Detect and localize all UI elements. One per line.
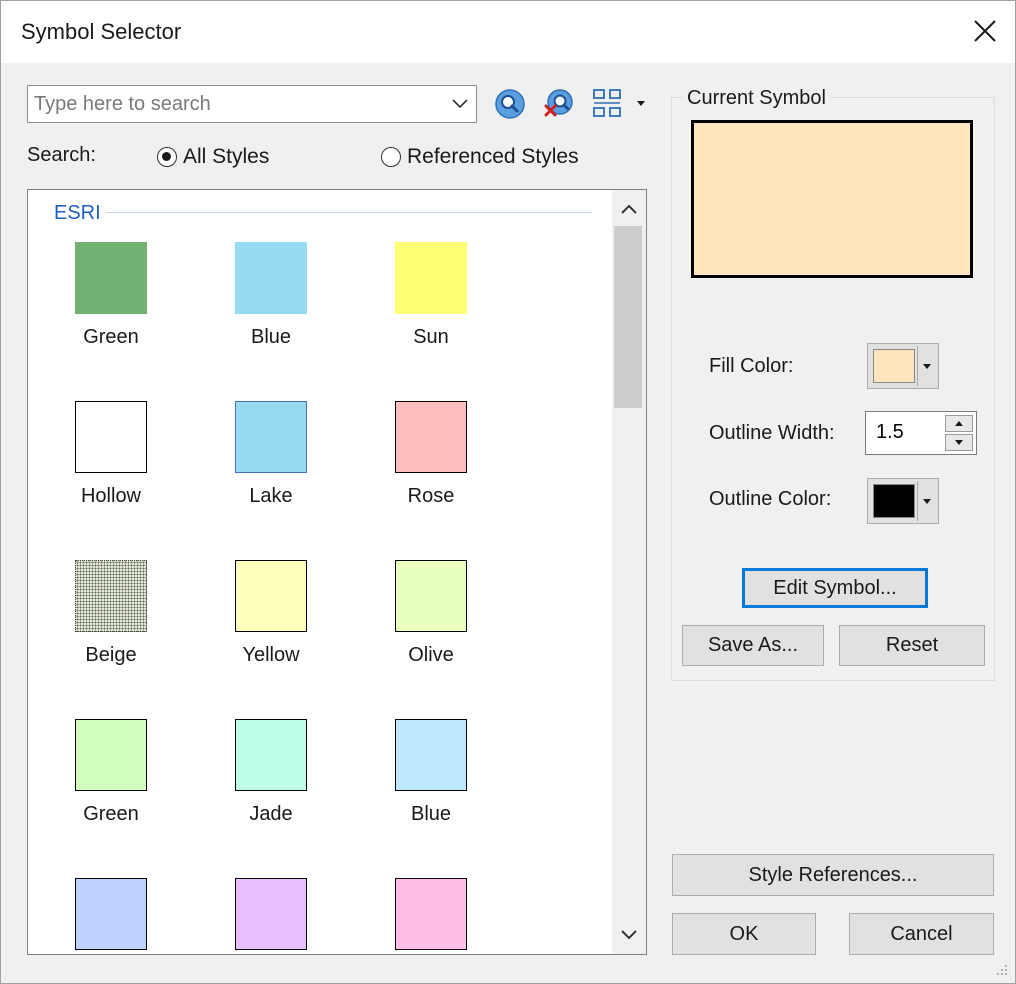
fill-color-swatch bbox=[873, 349, 915, 383]
gallery-scrollbar[interactable] bbox=[612, 190, 646, 954]
symbol-tile[interactable]: Green bbox=[41, 719, 181, 869]
symbol-tile[interactable]: Lake bbox=[201, 401, 341, 551]
symbol-label: Blue bbox=[410, 803, 452, 825]
symbol-tile[interactable] bbox=[201, 878, 341, 954]
symbol-swatch bbox=[75, 560, 147, 632]
symbol-tile[interactable]: Beige bbox=[41, 560, 181, 710]
radio-selected-indicator bbox=[157, 147, 177, 167]
symbol-swatch bbox=[75, 878, 147, 950]
scroll-thumb[interactable] bbox=[614, 226, 642, 408]
view-options-button[interactable] bbox=[589, 87, 653, 121]
symbol-swatch bbox=[235, 242, 307, 314]
close-icon bbox=[974, 20, 996, 42]
reset-button[interactable]: Reset bbox=[839, 625, 985, 666]
style-references-button[interactable]: Style References... bbox=[672, 854, 994, 896]
symbol-tile[interactable]: Rose bbox=[361, 401, 501, 551]
outline-color-dropdown-arrow bbox=[917, 481, 936, 521]
symbol-tile[interactable]: Hollow bbox=[41, 401, 181, 551]
caret-down-icon bbox=[923, 498, 931, 504]
cancel-button[interactable]: Cancel bbox=[849, 913, 994, 955]
current-symbol-preview bbox=[691, 120, 973, 278]
fill-color-label: Fill Color: bbox=[709, 355, 794, 377]
outline-width-spinner[interactable] bbox=[865, 411, 977, 455]
chevron-up-icon bbox=[621, 204, 637, 214]
symbol-label: Rose bbox=[407, 485, 455, 507]
symbol-swatch bbox=[395, 719, 467, 791]
symbol-selector-dialog: Symbol Selector Type here to search Sear… bbox=[0, 0, 1016, 984]
edit-symbol-button[interactable]: Edit Symbol... bbox=[742, 568, 928, 608]
search-button[interactable] bbox=[493, 87, 527, 121]
symbol-tile[interactable]: Olive bbox=[361, 560, 501, 710]
symbol-tile[interactable]: Green bbox=[41, 242, 181, 392]
caret-down-icon bbox=[923, 363, 931, 369]
symbol-label: Sun bbox=[413, 326, 449, 348]
radio-referenced-styles-label: Referenced Styles bbox=[407, 145, 579, 168]
symbol-tile[interactable]: Jade bbox=[201, 719, 341, 869]
symbol-tile[interactable]: Blue bbox=[361, 719, 501, 869]
arrow-up-icon bbox=[955, 421, 963, 426]
current-symbol-label: Current Symbol bbox=[683, 87, 830, 110]
symbol-swatch bbox=[395, 401, 467, 473]
symbol-label: Jade bbox=[249, 803, 293, 825]
outline-width-label: Outline Width: bbox=[709, 422, 835, 444]
symbol-swatch bbox=[75, 719, 147, 791]
symbol-label: Lake bbox=[249, 485, 293, 507]
save-as-button[interactable]: Save As... bbox=[682, 625, 824, 666]
fill-color-picker[interactable] bbox=[867, 343, 939, 389]
symbol-label: Hollow bbox=[80, 485, 142, 507]
symbol-label: Green bbox=[83, 803, 139, 825]
close-button[interactable] bbox=[965, 11, 1005, 51]
symbol-swatch bbox=[235, 560, 307, 632]
symbol-gallery[interactable]: ESRI Green Blue Sun Hollow Lake Rose Bei… bbox=[27, 189, 647, 955]
outline-color-label: Outline Color: bbox=[709, 488, 832, 510]
scroll-up-button[interactable] bbox=[612, 192, 646, 226]
symbol-swatch bbox=[395, 878, 467, 950]
symbol-label: Yellow bbox=[242, 644, 300, 666]
outline-width-input[interactable] bbox=[876, 418, 936, 446]
outline-color-swatch bbox=[873, 484, 915, 518]
symbol-swatch bbox=[395, 560, 467, 632]
radio-referenced-styles[interactable]: Referenced Styles bbox=[381, 144, 579, 170]
window-title: Symbol Selector bbox=[21, 19, 182, 44]
ok-button[interactable]: OK bbox=[672, 913, 816, 955]
scroll-down-button[interactable] bbox=[612, 918, 646, 952]
gallery-group-title: ESRI bbox=[54, 202, 101, 224]
outline-width-decrease[interactable] bbox=[945, 434, 973, 451]
search-icon bbox=[495, 89, 525, 119]
radio-unselected-indicator bbox=[381, 147, 401, 167]
symbol-swatch bbox=[235, 401, 307, 473]
symbol-label: Olive bbox=[408, 644, 454, 666]
symbol-tile[interactable]: Yellow bbox=[201, 560, 341, 710]
symbol-label: Green bbox=[83, 326, 139, 348]
resize-grip-icon[interactable] bbox=[993, 961, 1009, 977]
outline-width-increase[interactable] bbox=[945, 415, 973, 432]
fill-color-dropdown-arrow bbox=[917, 346, 936, 386]
clear-search-icon bbox=[544, 89, 573, 117]
radio-all-styles-label: All Styles bbox=[183, 145, 270, 168]
symbol-tile[interactable] bbox=[361, 878, 501, 954]
view-options-icon bbox=[593, 89, 645, 117]
symbol-tile[interactable]: Blue bbox=[201, 242, 341, 392]
radio-all-styles[interactable]: All Styles bbox=[157, 144, 269, 170]
symbol-swatch bbox=[75, 242, 147, 314]
search-scope-label: Search: bbox=[27, 144, 96, 166]
symbol-tile[interactable] bbox=[41, 878, 181, 954]
title-bar: Symbol Selector bbox=[1, 1, 1015, 63]
clear-search-button[interactable] bbox=[541, 87, 575, 121]
search-combobox[interactable] bbox=[27, 85, 477, 123]
search-input[interactable] bbox=[34, 90, 438, 118]
search-history-dropdown[interactable] bbox=[448, 92, 472, 116]
symbol-swatch bbox=[75, 401, 147, 473]
symbol-swatch bbox=[235, 878, 307, 950]
chevron-down-icon bbox=[452, 99, 468, 109]
symbol-swatch bbox=[235, 719, 307, 791]
symbol-label: Blue bbox=[250, 326, 292, 348]
symbol-tile[interactable]: Sun bbox=[361, 242, 501, 392]
symbol-swatch bbox=[395, 242, 467, 314]
group-divider bbox=[106, 212, 592, 213]
arrow-down-icon bbox=[955, 440, 963, 445]
outline-color-picker[interactable] bbox=[867, 478, 939, 524]
chevron-down-icon bbox=[621, 930, 637, 940]
symbol-label: Beige bbox=[85, 644, 137, 666]
